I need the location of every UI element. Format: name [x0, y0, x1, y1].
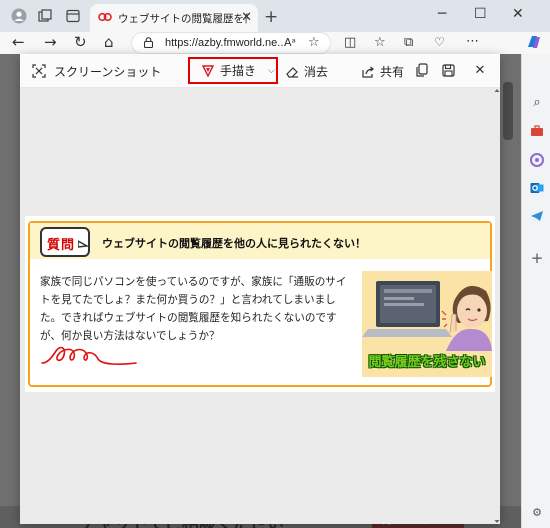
title-bar: ウェブサイトの閲覧履歴を他の人に見 ✕ + ─ ☐ ✕: [0, 0, 550, 32]
refresh-icon[interactable]: ↻: [74, 33, 87, 51]
share-icon: [362, 66, 374, 78]
telegram-icon[interactable]: [529, 208, 545, 224]
screenshot-icon: [32, 64, 46, 78]
page-scrollbar[interactable]: [503, 82, 513, 140]
games-icon[interactable]: [529, 152, 545, 168]
save-icon[interactable]: [440, 62, 456, 78]
eraser-icon: [286, 66, 298, 78]
share-label: 共有: [380, 65, 405, 79]
hand-drawn-squiggle: [41, 346, 137, 365]
panel-scrollbar[interactable]: [494, 88, 500, 524]
question-badge-text: 質問: [47, 238, 76, 253]
favorites-icon[interactable]: ☆: [374, 35, 386, 50]
illustration-caption: 閲覧履歴を残さない: [368, 355, 486, 370]
question-heading: ウェブサイトの閲覧履歴を他の人に見られたくない！: [102, 237, 366, 250]
read-aloud-icon[interactable]: Aᵃ: [284, 36, 296, 49]
new-tab-icon[interactable]: +: [264, 7, 278, 27]
tab-actions-icon[interactable]: [64, 7, 82, 25]
forward-icon[interactable]: →: [44, 33, 57, 51]
illustration: 閲覧履歴を残さない: [362, 271, 492, 377]
url-text[interactable]: https://azby.fmworld.ne...: [165, 37, 286, 49]
tab-close-icon[interactable]: ✕: [241, 10, 252, 25]
lock-icon[interactable]: [144, 37, 153, 48]
chevron-down-icon[interactable]: ⌵: [268, 66, 275, 76]
tools-icon[interactable]: [529, 123, 545, 139]
share-button[interactable]: 共有: [362, 63, 404, 80]
sidebar-settings-icon[interactable]: ⚙: [529, 504, 545, 520]
close-window-icon[interactable]: ✕: [512, 6, 524, 22]
screenshot-panel: スクリーンショット 手描き ⌵ 消去 共有 ✕ 質問 ウェブサイトの閲覧履歴を他…: [20, 54, 500, 524]
maximize-icon[interactable]: ☐: [474, 6, 487, 22]
home-icon[interactable]: ⌂: [104, 33, 114, 51]
tab-title: ウェブサイトの閲覧履歴を他の人に見: [118, 12, 248, 25]
speech-tail-icon: [78, 240, 88, 248]
captured-image: 質問 ウェブサイトの閲覧履歴を他の人に見られたくない！ 家族で同じパソコンを使っ…: [25, 216, 495, 392]
copy-icon[interactable]: [414, 62, 430, 78]
split-screen-icon[interactable]: ◫: [344, 35, 356, 50]
question-body: 家族で同じパソコンを使っているのですが、家族に「通販のサイトを見てたでしょ？また…: [40, 276, 347, 342]
more-icon[interactable]: ⋯: [466, 34, 479, 49]
collections-icon[interactable]: ⧉: [404, 35, 413, 50]
erase-label: 消去: [304, 65, 329, 79]
browser-essentials-icon[interactable]: ♡: [434, 35, 445, 49]
screenshot-toolbar: スクリーンショット 手描き ⌵ 消去 共有 ✕: [20, 54, 500, 88]
favorite-icon[interactable]: ☆: [308, 35, 320, 50]
erase-button[interactable]: 消去: [286, 63, 328, 80]
address-bar[interactable]: https://azby.fmworld.ne...: [131, 32, 331, 54]
edge-tab-icon: [98, 11, 112, 25]
add-icon[interactable]: +: [529, 249, 545, 267]
question-header: 質問 ウェブサイトの閲覧履歴を他の人に見られたくない！: [30, 223, 490, 259]
question-box: 質問 ウェブサイトの閲覧履歴を他の人に見られたくない！ 家族で同じパソコンを使っ…: [28, 221, 492, 387]
minimize-icon[interactable]: ─: [438, 6, 446, 22]
back-icon[interactable]: ←: [12, 33, 25, 51]
pen-icon: [202, 64, 214, 77]
navigation-bar: ← → ↻ ⌂ https://azby.fmworld.ne... Aᵃ ☆ …: [0, 32, 550, 54]
workspaces-icon[interactable]: [36, 7, 54, 25]
draw-label: 手描き: [220, 64, 257, 78]
copilot-icon[interactable]: [525, 33, 543, 55]
close-icon[interactable]: ✕: [472, 62, 488, 78]
active-tab[interactable]: ウェブサイトの閲覧履歴を他の人に見 ✕: [90, 4, 258, 32]
draw-button[interactable]: 手描き ⌵: [188, 57, 278, 84]
edge-sidebar: ⌕ + ⚙: [521, 54, 550, 528]
search-icon[interactable]: ⌕: [529, 94, 545, 110]
profile-icon[interactable]: [10, 7, 28, 25]
screenshot-title: スクリーンショット: [54, 65, 162, 79]
outlook-icon[interactable]: [529, 180, 545, 196]
